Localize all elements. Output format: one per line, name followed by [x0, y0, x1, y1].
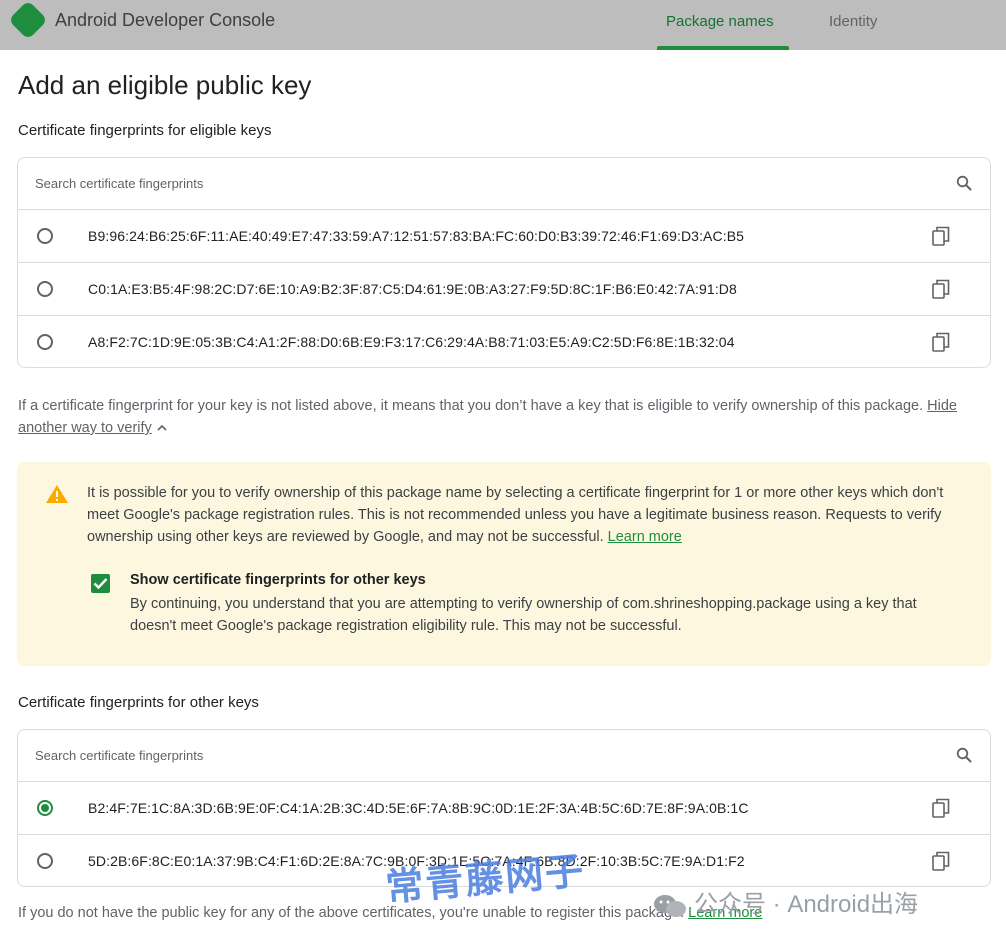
checkbox-label[interactable]: Show certificate fingerprints for other …: [130, 572, 426, 588]
copy-icon[interactable]: [932, 226, 950, 246]
warning-box: It is possible for you to verify ownersh…: [17, 462, 991, 666]
eligible-keys-title: Certificate fingerprints for eligible ke…: [18, 122, 272, 139]
tab-identity[interactable]: Identity: [829, 13, 877, 30]
copy-icon[interactable]: [932, 279, 950, 299]
fingerprint-radio-selected[interactable]: [37, 800, 53, 816]
show-other-keys-checkbox[interactable]: [91, 574, 110, 593]
watermark-account: 公众号 · Android出海: [694, 891, 919, 918]
warning-text: It is possible for you to verify ownersh…: [87, 482, 977, 548]
copy-icon[interactable]: [932, 851, 950, 871]
app-title: Android Developer Console: [55, 10, 276, 30]
other-search-input[interactable]: [35, 730, 915, 780]
eligible-search-row: [18, 158, 990, 210]
search-icon[interactable]: [956, 747, 972, 763]
page-title: Add an eligible public key: [18, 70, 312, 100]
tab-package-names[interactable]: Package names: [666, 13, 774, 30]
copy-icon[interactable]: [932, 332, 950, 352]
chevron-up-icon[interactable]: [156, 422, 168, 434]
other-fingerprint-row[interactable]: B2:4F:7E:1C:8A:3D:6B:9E:0F:C4:1A:2B:3C:4…: [18, 782, 990, 835]
fingerprint-radio[interactable]: [37, 853, 53, 869]
warning-body: It is possible for you to verify ownersh…: [87, 485, 944, 545]
checkbox-description: By continuing, you understand that you a…: [130, 596, 917, 634]
copy-icon[interactable]: [932, 798, 950, 818]
warning-icon: [46, 485, 68, 503]
checkmark-icon: [93, 578, 108, 590]
eligible-fingerprint-row[interactable]: B9:96:24:B6:25:6F:11:AE:40:49:E7:47:33:5…: [18, 210, 990, 263]
watermark-wechat: 公众号 · Android出海: [652, 884, 918, 919]
eligible-fingerprint-row[interactable]: A8:F2:7C:1D:9E:05:3B:C4:A1:2F:88:D0:6B:E…: [18, 316, 990, 367]
fingerprint-radio[interactable]: [37, 281, 53, 297]
fingerprint-text: A8:F2:7C:1D:9E:05:3B:C4:A1:2F:88:D0:6B:E…: [88, 334, 735, 350]
other-search-row: [18, 730, 990, 782]
wechat-icon: [654, 894, 686, 917]
fingerprint-text: B2:4F:7E:1C:8A:3D:6B:9E:0F:C4:1A:2B:3C:4…: [88, 800, 749, 816]
not-listed-help-text: If a certificate fingerprint for your ke…: [18, 395, 978, 439]
eligible-search-input[interactable]: [35, 158, 915, 208]
other-keys-title: Certificate fingerprints for other keys: [18, 694, 259, 711]
fingerprint-radio[interactable]: [37, 228, 53, 244]
eligible-fingerprint-row[interactable]: C0:1A:E3:B5:4F:98:2C:D7:6E:10:A9:B2:3F:8…: [18, 263, 990, 316]
top-app-bar: Android Developer Console Package names …: [0, 0, 1006, 50]
fingerprint-text: C0:1A:E3:B5:4F:98:2C:D7:6E:10:A9:B2:3F:8…: [88, 281, 737, 297]
warning-learn-more-link[interactable]: Learn more: [608, 529, 682, 545]
search-icon[interactable]: [956, 175, 972, 191]
app-logo-icon: [8, 0, 48, 40]
help-text-body: If a certificate fingerprint for your ke…: [18, 398, 924, 414]
fingerprint-radio[interactable]: [37, 334, 53, 350]
eligible-keys-card: B9:96:24:B6:25:6F:11:AE:40:49:E7:47:33:5…: [17, 157, 991, 368]
footer-body: If you do not have the public key for an…: [18, 905, 685, 921]
fingerprint-text: B9:96:24:B6:25:6F:11:AE:40:49:E7:47:33:5…: [88, 228, 745, 244]
